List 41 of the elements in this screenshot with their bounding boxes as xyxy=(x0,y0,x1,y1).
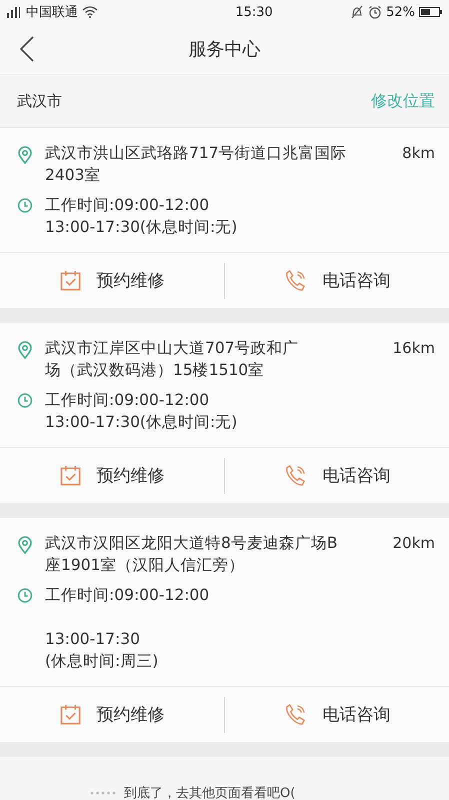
location-pin-icon xyxy=(17,146,33,164)
dots-drawing xyxy=(90,791,116,795)
phone-icon xyxy=(284,464,306,487)
signal-icon xyxy=(6,6,22,18)
location-pin-icon xyxy=(17,536,33,554)
carrier-name: 中国联通 xyxy=(26,4,78,21)
distance-text: 8km xyxy=(402,143,435,164)
phone-icon xyxy=(284,269,306,292)
wifi-icon xyxy=(82,6,98,18)
alarm-icon xyxy=(368,5,382,19)
end-of-list-text: 到底了，去其他页面看看吧O( xyxy=(124,785,296,800)
calendar-check-icon xyxy=(60,465,80,486)
back-icon[interactable] xyxy=(20,36,34,62)
location-pin-icon xyxy=(17,341,33,359)
battery-icon xyxy=(419,6,443,18)
phone-icon xyxy=(284,703,306,726)
battery-percent: 52% xyxy=(386,4,415,20)
book-repair-button[interactable]: 预约维修 xyxy=(0,687,224,742)
bell-muted-icon xyxy=(350,5,364,19)
phone-consult-button[interactable]: 电话咨询 xyxy=(225,253,449,308)
phone-consult-button[interactable]: 电话咨询 xyxy=(225,448,449,503)
clock-icon xyxy=(17,588,33,603)
distance-text: 16km xyxy=(392,338,435,359)
hours-text: 13:00-17:30 (休息时间:周三) xyxy=(45,629,160,672)
clock-time: 15:30 xyxy=(234,4,273,20)
distance-text: 20km xyxy=(392,533,435,554)
book-repair-button[interactable]: 预约维修 xyxy=(0,253,224,308)
city-name: 武汉市 xyxy=(17,92,62,110)
hours-text: 工作时间:09:00-12:00 13:00-17:30(休息时间:无) xyxy=(45,390,238,433)
page-title: 服务中心 xyxy=(188,38,260,61)
book-repair-button[interactable]: 预约维修 xyxy=(0,448,224,503)
hours-text: 工作时间:09:00-12:00 xyxy=(45,585,210,606)
address-text: 武汉市汉阳区龙阳大道特8号麦迪森广场B 座1901室（汉阳人信汇旁） xyxy=(45,533,338,576)
phone-consult-button[interactable]: 电话咨询 xyxy=(225,687,449,742)
address-text: 武汉市洪山区武珞路717号街道口兆富国际 2403室 xyxy=(45,143,348,186)
clock-icon xyxy=(17,198,33,213)
calendar-check-icon xyxy=(60,704,80,725)
clock-icon xyxy=(17,393,33,408)
calendar-check-icon xyxy=(60,270,80,291)
hours-text: 工作时间:09:00-12:00 13:00-17:30(休息时间:无) xyxy=(45,195,238,238)
address-text: 武汉市江岸区中山大道707号政和广 场（武汉数码港）15楼1510室 xyxy=(45,338,300,381)
